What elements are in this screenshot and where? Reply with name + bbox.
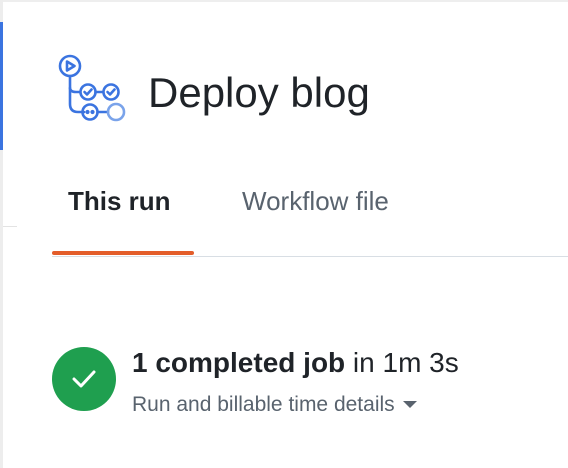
- workflow-icon: [56, 52, 128, 124]
- completed-jobs-count: 1 completed job: [132, 347, 346, 378]
- caret-down-icon: [402, 401, 417, 408]
- left-divider: [3, 226, 17, 227]
- billable-time-dropdown[interactable]: Run and billable time details: [132, 390, 417, 420]
- check-circle-icon: [52, 347, 116, 411]
- workflow-run-panel: Deploy blog This run Workflow file 1 com…: [0, 0, 568, 468]
- top-border: [0, 0, 568, 2]
- tab-bar: This run Workflow file: [52, 170, 568, 258]
- left-active-indicator: [0, 22, 3, 150]
- tabs-divider: [52, 256, 568, 257]
- billable-time-label: Run and billable time details: [132, 393, 395, 416]
- run-duration: in 1m 3s: [345, 347, 459, 378]
- tab-this-run[interactable]: This run: [68, 184, 171, 218]
- page-title: Deploy blog: [148, 69, 370, 116]
- tab-selected-underline: [52, 251, 194, 255]
- tab-workflow-file[interactable]: Workflow file: [242, 184, 389, 218]
- run-summary: 1 completed job in 1m 3s: [132, 344, 459, 382]
